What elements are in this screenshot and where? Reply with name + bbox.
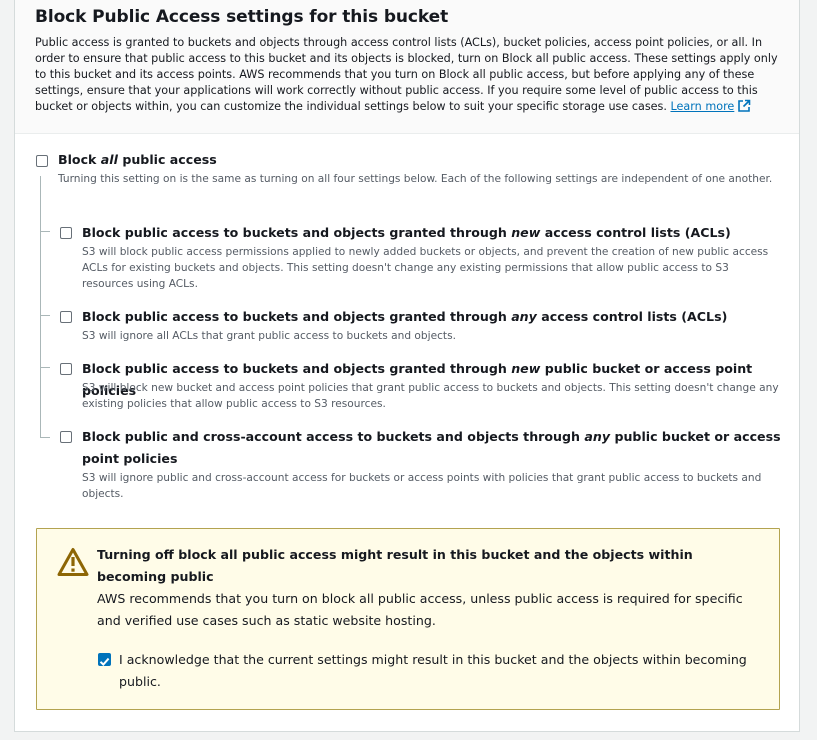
option-label-em: new — [511, 361, 541, 376]
tree-branch — [40, 315, 50, 316]
tree-branch — [40, 437, 50, 438]
acknowledge-checkbox[interactable] — [98, 653, 111, 666]
block-any-acls-checkbox[interactable] — [60, 311, 72, 323]
acknowledge-label[interactable]: I acknowledge that the current settings … — [119, 649, 769, 693]
learn-more-link[interactable]: Learn more — [670, 99, 752, 113]
block-new-policies-checkbox[interactable] — [60, 363, 72, 375]
option-label-pre: Block public access to buckets and objec… — [82, 225, 512, 240]
block-any-acls-label[interactable]: Block public access to buckets and objec… — [82, 306, 727, 328]
warning-icon — [57, 548, 89, 576]
block-new-acls-label[interactable]: Block public access to buckets and objec… — [82, 222, 731, 244]
option-label-em: new — [511, 225, 541, 240]
block-all-checkbox[interactable] — [36, 155, 48, 167]
warning-title: Turning off block all public access migh… — [97, 547, 693, 584]
block-public-access-panel: Block Public Access settings for this bu… — [14, 0, 800, 732]
tree-branch — [40, 367, 50, 368]
tree-branch — [40, 231, 50, 232]
option-label-pre: Block public and cross-account access to… — [82, 429, 585, 444]
section-description-text: Public access is granted to buckets and … — [35, 36, 778, 113]
block-any-policies-label[interactable]: Block public and cross-account access to… — [82, 426, 782, 470]
learn-more-label: Learn more — [670, 100, 735, 113]
block-any-acls-description: S3 will ignore all ACLs that grant publi… — [82, 330, 456, 342]
checkmark-icon — [99, 657, 110, 666]
block-any-policies-description: S3 will ignore public and cross-account … — [82, 472, 762, 500]
block-new-acls-description: S3 will block public access permissions … — [82, 246, 769, 290]
block-all-label[interactable]: Block all public access — [58, 149, 217, 171]
block-all-label-em: all — [100, 152, 118, 167]
option-label-post: access control lists (ACLs) — [536, 309, 728, 324]
warning-alert: Turning off block all public access migh… — [36, 528, 780, 710]
option-label-em: any — [511, 309, 537, 324]
option-label-post: access control lists (ACLs) — [540, 225, 731, 240]
section-description: Public access is granted to buckets and … — [35, 35, 783, 115]
block-any-policies-checkbox[interactable] — [60, 431, 72, 443]
section-title: Block Public Access settings for this bu… — [35, 7, 449, 27]
option-label-em: any — [584, 429, 611, 444]
block-all-label-pre: Block — [58, 152, 101, 167]
block-all-description: Turning this setting on is the same as t… — [58, 173, 773, 185]
block-new-policies-description: S3 will block new bucket and access poin… — [82, 382, 779, 410]
external-link-icon — [738, 99, 751, 112]
block-all-label-post: public access — [117, 152, 217, 167]
option-label-pre: Block public access to buckets and objec… — [82, 309, 512, 324]
panel-header: Block Public Access settings for this bu… — [15, 0, 799, 134]
warning-body: AWS recommends that you turn on block al… — [97, 591, 743, 628]
tree-line — [40, 176, 41, 438]
block-new-acls-checkbox[interactable] — [60, 227, 72, 239]
option-label-pre: Block public access to buckets and objec… — [82, 361, 512, 376]
